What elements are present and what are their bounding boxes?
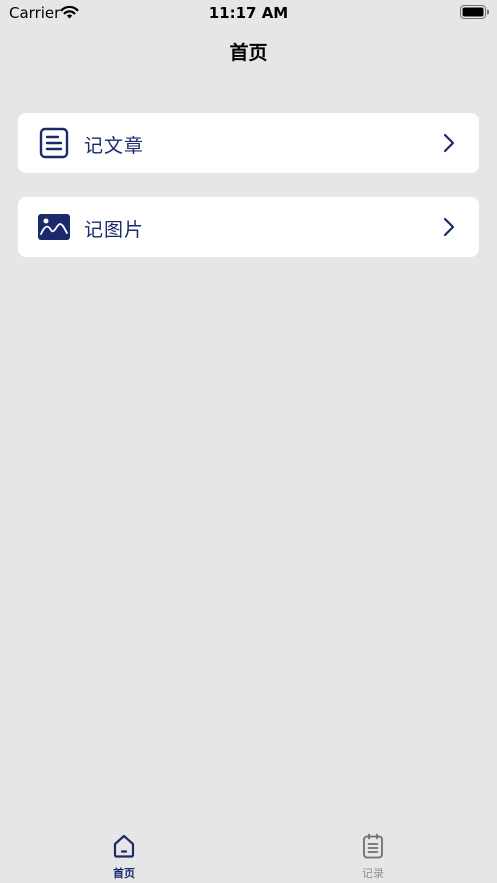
tab-bar: 首页 记录 <box>0 827 497 883</box>
record-article-item[interactable]: 记文章 <box>18 113 479 173</box>
page-title: 首页 <box>229 42 268 64</box>
record-picture-label: 记图片 <box>84 219 145 241</box>
record-picture-item[interactable]: 记图片 <box>18 197 479 257</box>
document-icon <box>39 127 69 159</box>
clock-time: 11:17 AM <box>208 4 289 22</box>
tab-home[interactable]: 首页 <box>0 827 248 883</box>
battery-icon <box>460 5 489 19</box>
record-article-label: 记文章 <box>84 135 145 157</box>
notepad-icon <box>363 833 383 859</box>
tab-records-label: 记录 <box>362 867 384 880</box>
chevron-right-icon <box>443 217 455 237</box>
chevron-right-icon <box>443 133 455 153</box>
status-bar: Carrier 11:17 AM <box>0 0 497 26</box>
tab-records[interactable]: 记录 <box>249 827 497 883</box>
home-icon <box>113 834 135 858</box>
tab-home-label: 首页 <box>113 867 135 880</box>
image-icon <box>38 214 70 240</box>
app-screen: Carrier 11:17 AM 首页 记文章 记图片 首页 记录 <box>0 0 497 883</box>
